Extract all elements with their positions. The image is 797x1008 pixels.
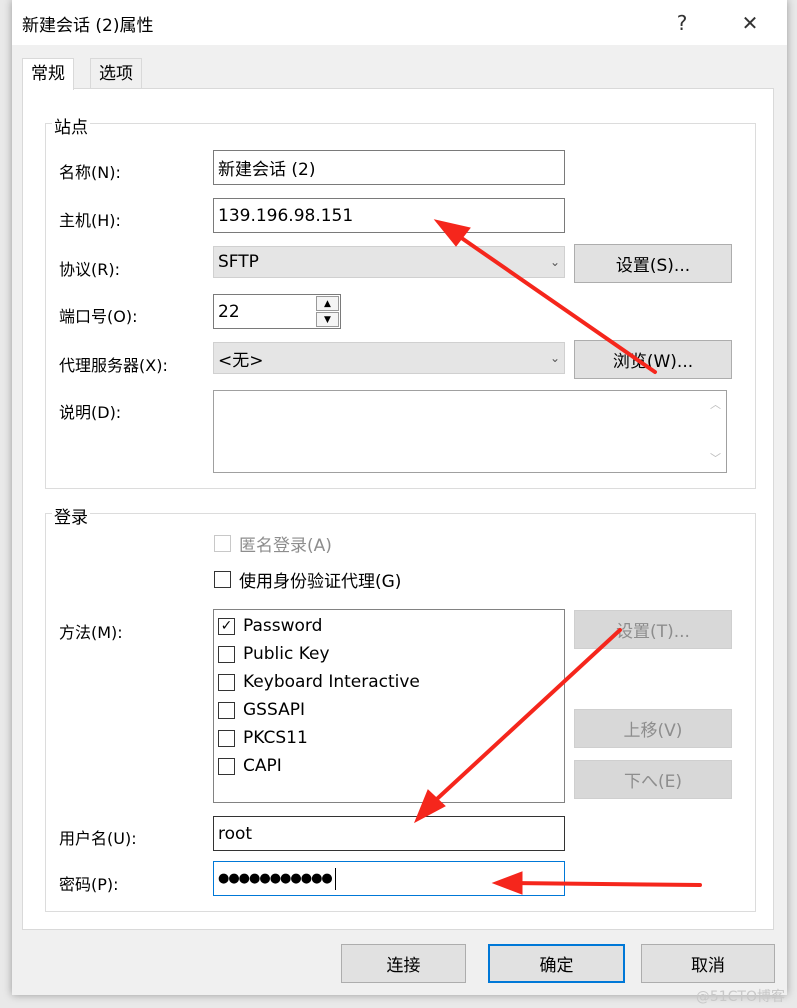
tab-general[interactable]: 常规 bbox=[22, 58, 74, 90]
arrow-to-username bbox=[423, 628, 622, 812]
arrow-to-password bbox=[508, 881, 702, 887]
arrow-head-password bbox=[491, 871, 523, 895]
watermark: @51CTO博客 bbox=[695, 989, 785, 1005]
arrow-to-host bbox=[448, 228, 657, 374]
annotation-arrows bbox=[414, 219, 702, 895]
